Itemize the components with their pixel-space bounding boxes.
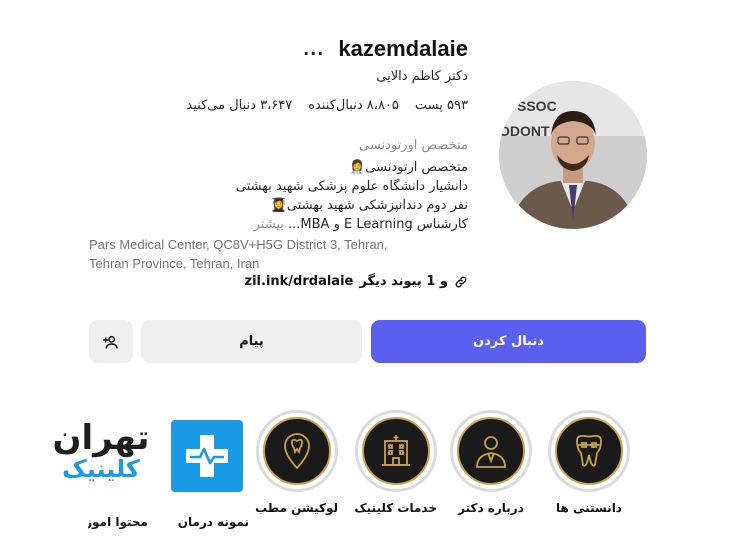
svg-text:SSOC: SSOC [517, 98, 557, 114]
logo-line: کلینیک [62, 455, 140, 483]
highlight-item[interactable]: دانستنی ها [548, 410, 630, 515]
highlight-label: نمونه درمان [177, 515, 249, 529]
highlight-ring [355, 410, 437, 492]
link-url[interactable]: zil.ink/drdalaie [245, 274, 354, 289]
address-line: Pars Medical Center, QC8V+H5G District 3… [89, 237, 388, 252]
highlight-label: دانستنی ها [556, 501, 622, 515]
tehran-clinic-logo[interactable]: تهران کلینیک [36, 420, 166, 482]
following-count[interactable]: ۳،۶۴۷ دنبال می‌کنید [186, 98, 292, 113]
profile-header: ... kazemdalaie [303, 36, 468, 62]
suggest-accounts-button[interactable] [89, 320, 133, 363]
highlight-item[interactable]: نمونه درمان [171, 420, 249, 529]
highlight-item[interactable]: درباره دکتر [450, 410, 532, 515]
bio-line: متخصص ارتودنسی👩‍⚕️ [349, 160, 468, 175]
bio-more-link[interactable]: بیشتر [254, 217, 284, 232]
message-button[interactable]: پیام [141, 320, 362, 363]
avatar-photo: SSOC ODONT [499, 81, 647, 229]
profile-avatar[interactable]: SSOC ODONT [499, 81, 647, 229]
highlight-item[interactable]: لوکیشن مطب [255, 410, 338, 515]
medical-cross-icon [171, 420, 243, 492]
add-person-icon [103, 335, 118, 349]
location-pin-tooth-icon [284, 433, 310, 470]
bio-line-text: کارشناس E Learning و MBA... [288, 217, 468, 232]
link-extra[interactable]: و 1 پیوند دیگر [359, 274, 448, 289]
link-icon [455, 276, 467, 287]
bio-line: کارشناس E Learning و MBA... بیشتر [68, 215, 468, 234]
posts-count[interactable]: ۵۹۳ پست [415, 98, 468, 113]
doctor-icon [476, 436, 506, 468]
more-options-icon[interactable]: ... [303, 40, 324, 59]
profile-address: Pars Medical Center, QC8V+H5G District 3… [89, 235, 388, 273]
profile-category: متخصص اورتودنسی [359, 138, 468, 153]
address-line: Tehran Province, Tehran, Iran [89, 256, 260, 271]
highlight-label: درباره دکتر [458, 501, 524, 515]
bio-line: دانشیار دانشگاه علوم پزشکی شهید بهشتی [235, 179, 468, 194]
highlight-ring [256, 410, 338, 492]
profile-links[interactable]: و 1 پیوند دیگر zil.ink/drdalaie [245, 274, 468, 289]
logo-line: تهران [52, 418, 150, 458]
tooth-braces-icon [576, 434, 602, 467]
profile-username: kazemdalaie [338, 36, 468, 61]
bio-line: نفر دوم دندانپزشکی شهید بهشتی👩‍🎓 [270, 198, 468, 213]
profile-bio: متخصص ارتودنسی👩‍⚕️ دانشیار دانشگاه علوم … [68, 158, 468, 234]
highlight-ring [548, 410, 630, 492]
followers-count[interactable]: ۸،۸۰۵ دنبال‌کننده [308, 98, 399, 113]
svg-text:ODONT: ODONT [499, 123, 550, 139]
highlight-label: محتوا اموزشی [88, 515, 148, 529]
highlight-label: خدمات کلینیک [354, 501, 437, 515]
profile-stats: ۵۹۳ پست ۸،۸۰۵ دنبال‌کننده ۳،۶۴۷ دنبال می… [186, 98, 468, 113]
follow-button[interactable]: دنبال کردن [371, 320, 646, 363]
highlight-item[interactable]: خدمات کلینیک [354, 410, 437, 515]
clinic-building-icon [382, 435, 410, 466]
highlight-ring [450, 410, 532, 492]
highlight-label: لوکیشن مطب [255, 501, 338, 515]
profile-full-name: دکتر کاظم دالایی [376, 69, 468, 84]
